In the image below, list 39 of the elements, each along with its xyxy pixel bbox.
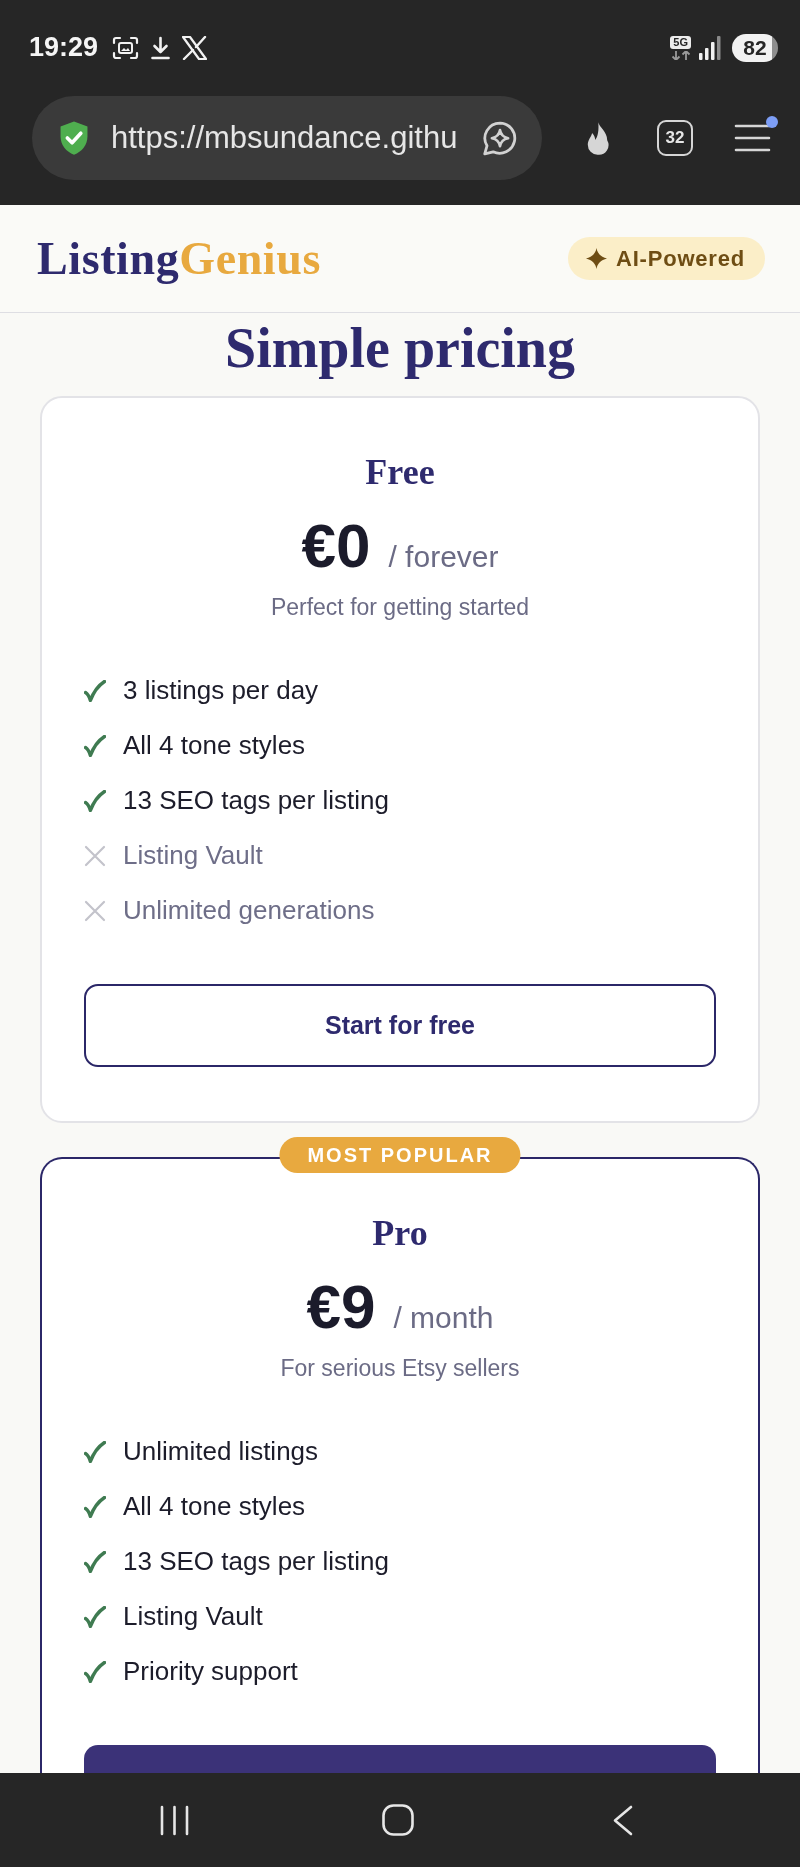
menu-icon[interactable] <box>734 123 771 153</box>
plan-price: €0 <box>301 515 371 577</box>
clock-time: 19:29 <box>29 32 99 63</box>
back-icon[interactable] <box>612 1804 633 1836</box>
download-icon <box>151 35 171 60</box>
data-arrows-icon <box>670 50 691 60</box>
feature-text: All 4 tone styles <box>123 729 306 762</box>
popular-badge: MOST POPULAR <box>279 1137 521 1173</box>
signal-icon <box>699 35 721 60</box>
battery-indicator: 82 <box>732 33 778 62</box>
feature-text: Unlimited listings <box>123 1435 319 1468</box>
url-text[interactable]: https://mbsundance.githu <box>111 120 458 156</box>
plan-tagline: For serious Etsy sellers <box>279 1354 521 1383</box>
address-bar[interactable]: https://mbsundance.githu <box>32 96 542 180</box>
tab-count-button[interactable]: 32 <box>657 120 693 156</box>
home-icon[interactable] <box>382 1804 414 1836</box>
plan-price: €9 <box>306 1276 376 1338</box>
price-period: / forever <box>388 540 499 574</box>
feature-text: 13 SEO tags per listing <box>123 1545 389 1578</box>
feature-text: 13 SEO tags per listing <box>123 784 389 817</box>
page-heading: Simple pricing <box>225 317 575 379</box>
price-period: / month <box>393 1301 494 1335</box>
sparkle-icon <box>585 248 607 269</box>
x-logo-icon <box>182 35 208 60</box>
plan-button[interactable]: Start for free <box>84 984 716 1067</box>
feature-text: Listing Vault <box>123 1600 263 1633</box>
feature-text: Listing Vault <box>123 839 263 872</box>
feature-text: Priority support <box>123 1655 298 1688</box>
plan-tagline: Perfect for getting started <box>269 593 531 622</box>
screenshot-icon <box>112 35 140 60</box>
logo[interactable]: ListingGenius <box>37 231 321 286</box>
recent-apps-icon[interactable] <box>160 1804 189 1836</box>
feature-text: Unlimited generations <box>123 894 375 927</box>
feature-text: 3 listings per day <box>123 674 319 707</box>
feature-text: All 4 tone styles <box>123 1490 306 1523</box>
ai-badge-text: AI-Powered <box>615 245 745 272</box>
plan-name: Free <box>364 451 436 494</box>
plan-name: Pro <box>371 1212 429 1255</box>
network-type-label: 5G <box>670 35 691 49</box>
